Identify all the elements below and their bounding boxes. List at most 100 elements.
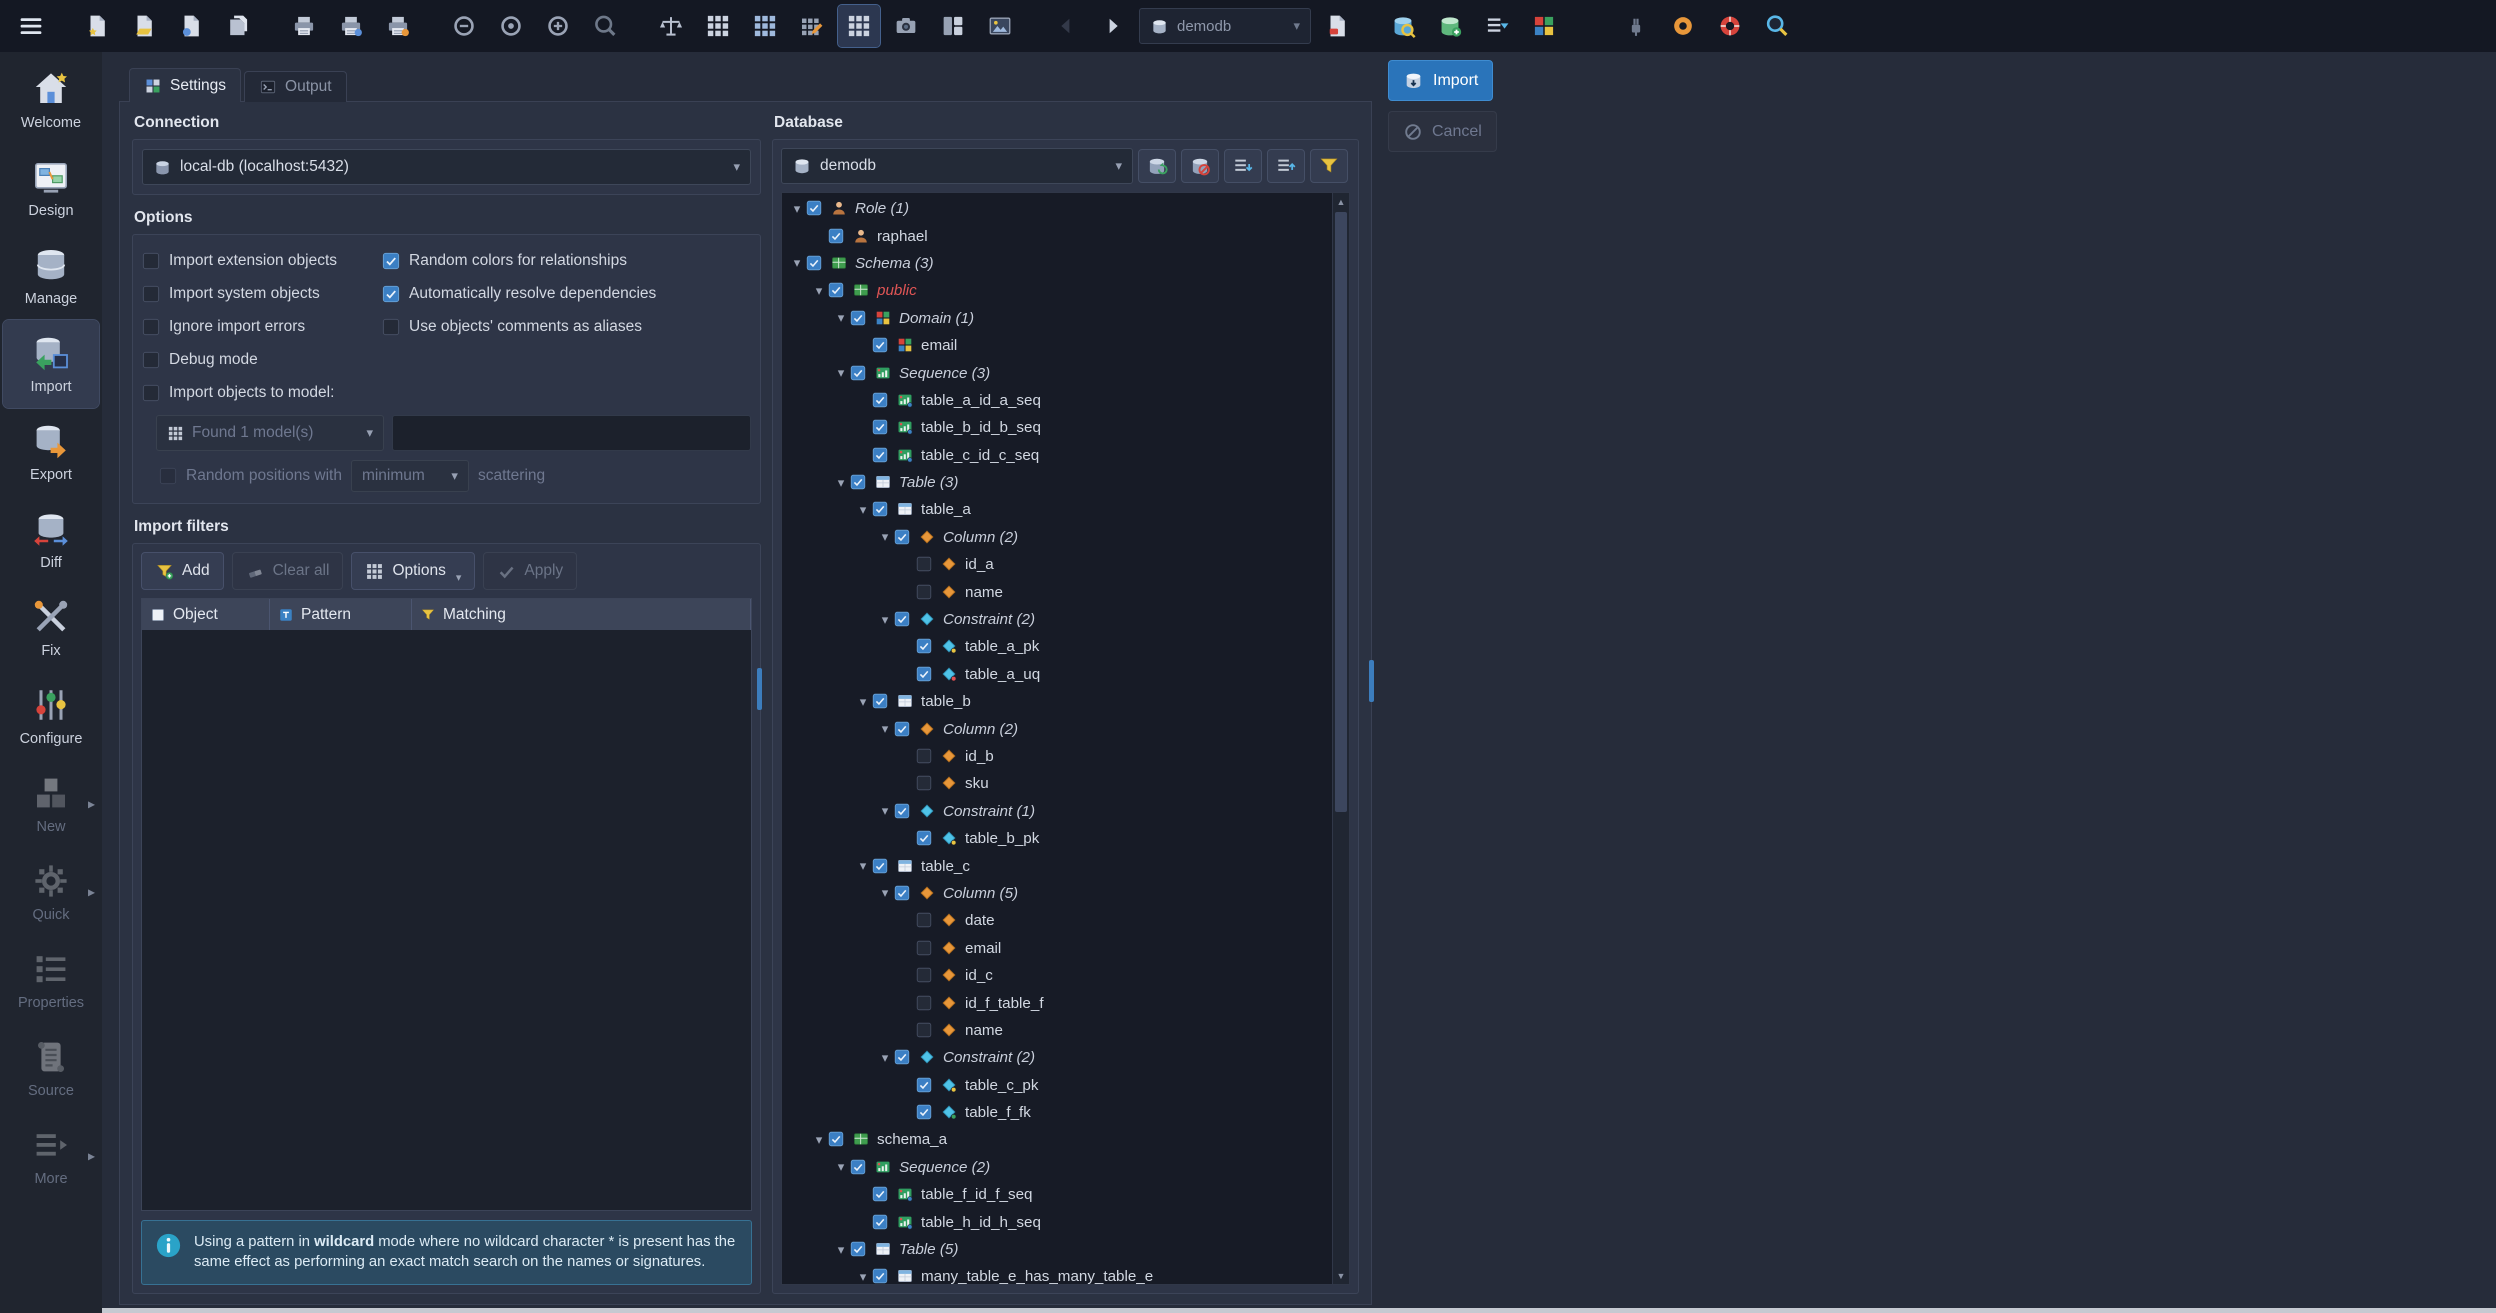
tree-checkbox-unchecked[interactable]: [916, 995, 933, 1012]
tree-checkbox-unchecked[interactable]: [916, 556, 933, 573]
sidebar-item-more[interactable]: More▸: [3, 1112, 99, 1200]
tree-checkbox-checked[interactable]: [872, 1186, 889, 1203]
sidebar-item-export[interactable]: Export: [3, 408, 99, 496]
option-checkbox-row[interactable]: Random colors for relationships: [382, 244, 751, 277]
zoom-reset-button[interactable]: [490, 5, 532, 47]
apply-filters-button[interactable]: Apply: [483, 552, 577, 590]
new-model-button[interactable]: [76, 5, 118, 47]
sidebar-item-new[interactable]: New▸: [3, 760, 99, 848]
tree-checkbox-checked[interactable]: [850, 474, 867, 491]
drop-database-button[interactable]: [1181, 149, 1219, 183]
collapse-all-button[interactable]: [1267, 149, 1305, 183]
tree-row[interactable]: ▾schema_a: [782, 1126, 1332, 1153]
refresh-database-button[interactable]: [1138, 149, 1176, 183]
tree-expander-icon[interactable]: ▾: [832, 1159, 850, 1175]
tree-row[interactable]: id_c: [782, 962, 1332, 989]
zoom-out-button[interactable]: [443, 5, 485, 47]
clear-all-filters-button[interactable]: Clear all: [232, 552, 344, 590]
tree-checkbox-checked[interactable]: [894, 885, 911, 902]
tree-row[interactable]: ▾Column (2): [782, 715, 1332, 742]
column-header-pattern[interactable]: Pattern: [270, 599, 412, 630]
model-selector-combo[interactable]: demodb▾: [1139, 8, 1311, 44]
model-page-button[interactable]: [1316, 5, 1358, 47]
tree-checkbox-checked[interactable]: [916, 638, 933, 655]
tree-checkbox-checked[interactable]: [850, 365, 867, 382]
tree-checkbox-checked[interactable]: [872, 858, 889, 875]
tree-checkbox-checked[interactable]: [872, 693, 889, 710]
found-models-combo[interactable]: Found 1 model(s) ▾: [156, 415, 384, 451]
main-menu-button[interactable]: [10, 5, 52, 47]
plugin-port-button[interactable]: [1615, 5, 1657, 47]
tree-row[interactable]: ▾Sequence (3): [782, 359, 1332, 386]
objects-scale-button[interactable]: [650, 5, 692, 47]
tree-checkbox-unchecked[interactable]: [916, 1022, 933, 1039]
tab-settings[interactable]: Settings: [129, 68, 241, 102]
tree-checkbox-checked[interactable]: [894, 803, 911, 820]
tree-row[interactable]: table_h_id_h_seq: [782, 1208, 1332, 1235]
tree-expander-icon[interactable]: ▾: [854, 694, 872, 710]
tree-row[interactable]: id_b: [782, 743, 1332, 770]
tree-row[interactable]: name: [782, 1017, 1332, 1044]
search-tool-button[interactable]: [1756, 5, 1798, 47]
tree-expander-icon[interactable]: ▾: [788, 201, 806, 217]
tree-checkbox-checked[interactable]: [850, 1241, 867, 1258]
tree-checkbox-checked[interactable]: [806, 200, 823, 217]
sidebar-item-diff[interactable]: Diff: [3, 496, 99, 584]
option-checkbox-row[interactable]: Debug mode: [142, 343, 382, 376]
tree-row[interactable]: id_f_table_f: [782, 989, 1332, 1016]
tree-row[interactable]: table_a_pk: [782, 633, 1332, 660]
tree-checkbox-checked[interactable]: [916, 1077, 933, 1094]
snap-grid-button[interactable]: [744, 5, 786, 47]
checkbox-unchecked-icon[interactable]: [159, 467, 177, 485]
tree-row[interactable]: ▾Constraint (2): [782, 606, 1332, 633]
tree-row[interactable]: ▾Domain (1): [782, 305, 1332, 332]
tree-checkbox-checked[interactable]: [916, 830, 933, 847]
tree-row[interactable]: sku: [782, 770, 1332, 797]
tree-checkbox-checked[interactable]: [916, 666, 933, 683]
tree-checkbox-checked[interactable]: [872, 419, 889, 436]
scattering-combo[interactable]: minimum ▾: [351, 460, 469, 492]
tree-row[interactable]: ▾many_table_e_has_many_table_e: [782, 1263, 1332, 1284]
new-database-object-button[interactable]: [1429, 5, 1471, 47]
tree-expander-icon[interactable]: ▾: [832, 1242, 850, 1258]
tree-checkbox-unchecked[interactable]: [916, 775, 933, 792]
tree-row[interactable]: table_a_id_a_seq: [782, 387, 1332, 414]
option-checkbox-row[interactable]: Import objects to model:: [142, 376, 382, 409]
tree-row[interactable]: table_c_id_c_seq: [782, 442, 1332, 469]
add-filter-button[interactable]: Add: [141, 552, 224, 590]
tree-row[interactable]: date: [782, 907, 1332, 934]
donut-badge-button[interactable]: [1662, 5, 1704, 47]
arrange-objects-button[interactable]: [932, 5, 974, 47]
tree-row[interactable]: table_a_uq: [782, 661, 1332, 688]
import-button[interactable]: Import: [1388, 60, 1493, 101]
compact-view-button[interactable]: [838, 5, 880, 47]
splitter-handle-left[interactable]: [757, 668, 762, 710]
option-checkbox-row[interactable]: Import extension objects: [142, 244, 382, 277]
sidebar-item-quick[interactable]: Quick▸: [3, 848, 99, 936]
nav-back-button[interactable]: [1045, 5, 1087, 47]
tab-output[interactable]: Output: [244, 71, 347, 102]
sidebar-item-configure[interactable]: Configure: [3, 672, 99, 760]
sidebar-item-welcome[interactable]: Welcome: [3, 56, 99, 144]
tree-checkbox-checked[interactable]: [872, 501, 889, 518]
tree-expander-icon[interactable]: ▾: [854, 858, 872, 874]
tree-checkbox-checked[interactable]: [894, 529, 911, 546]
panes-splitter[interactable]: [761, 112, 772, 1294]
tree-checkbox-unchecked[interactable]: [916, 940, 933, 957]
tree-expander-icon[interactable]: ▾: [876, 612, 894, 628]
plugins-button[interactable]: [1523, 5, 1565, 47]
tree-checkbox-unchecked[interactable]: [916, 967, 933, 984]
sidebar-item-fix[interactable]: Fix: [3, 584, 99, 672]
tree-row[interactable]: table_f_id_f_seq: [782, 1181, 1332, 1208]
tree-expander-icon[interactable]: ▾: [810, 283, 828, 299]
tree-checkbox-checked[interactable]: [872, 392, 889, 409]
scrollbar-thumb[interactable]: [1335, 212, 1347, 812]
option-checkbox-row[interactable]: Use objects' comments as aliases: [382, 310, 751, 343]
scroll-up-icon[interactable]: ▲: [1333, 193, 1349, 210]
zoom-in-button[interactable]: [537, 5, 579, 47]
filter-objects-button[interactable]: [1310, 149, 1348, 183]
tree-row[interactable]: email: [782, 935, 1332, 962]
tree-row[interactable]: ▾Table (3): [782, 469, 1332, 496]
tree-checkbox-checked[interactable]: [828, 228, 845, 245]
tree-row[interactable]: name: [782, 578, 1332, 605]
